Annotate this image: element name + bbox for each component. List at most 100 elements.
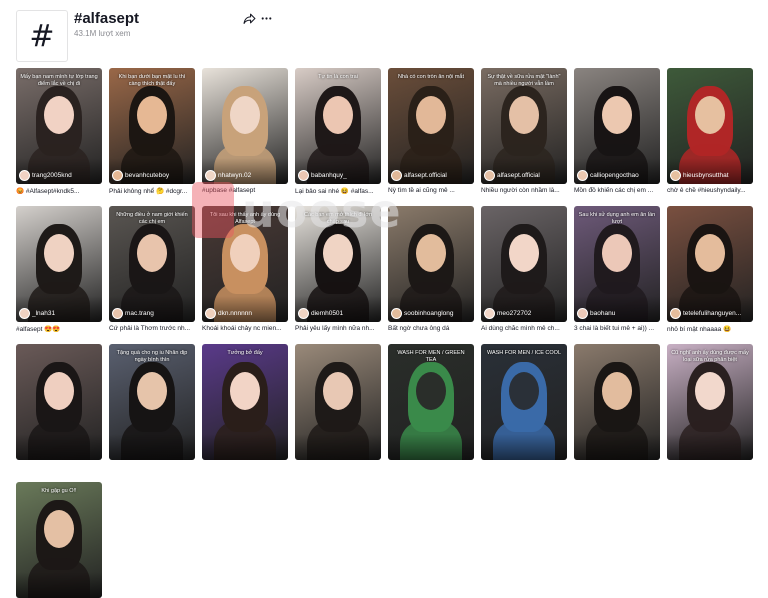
video-caption[interactable]: chờ ê chề #hieushyndaily... xyxy=(667,187,753,194)
avatar[interactable] xyxy=(391,307,402,319)
username[interactable]: alfasept.official xyxy=(497,172,540,179)
video-caption[interactable]: Nhiều người còn nhầm lẫ... xyxy=(481,187,567,194)
video-thumbnail[interactable]: Sau khi sử dụng anh em ăn lần lượt baohan… xyxy=(574,206,660,322)
avatar[interactable] xyxy=(298,169,309,181)
video-thumbnail[interactable]: Tặng quà cho ng iu Nhân dịp ngày bình th… xyxy=(109,344,195,460)
video-author[interactable]: bevanhcuteboy xyxy=(112,169,192,181)
username[interactable]: diemh0501 xyxy=(311,310,343,317)
video-thumbnail[interactable]: Khi gặp gu O!! xyxy=(16,482,102,598)
video-thumbnail[interactable]: Những điều ở nam giới khiến các chị em ma… xyxy=(109,206,195,322)
video-caption[interactable]: Phải không nhể 🤔 #dcgr... xyxy=(109,187,195,195)
person-face xyxy=(323,372,353,410)
video-author[interactable]: dkn.nnnnnn xyxy=(205,307,285,319)
avatar[interactable] xyxy=(391,169,402,181)
video-thumbnail[interactable]: Tôi sau khi thấy anh ấy dùng Alfasept dkn… xyxy=(202,206,288,322)
video-thumbnail[interactable]: WASH FOR MEN / ICE COOL xyxy=(481,344,567,460)
video-author[interactable]: trang2005knd xyxy=(19,169,99,181)
video-caption[interactable]: Mồn đồ khiến các chị em ... xyxy=(574,187,660,194)
avatar[interactable] xyxy=(19,307,30,319)
video-caption[interactable]: #alfasept 😍😍 xyxy=(16,325,102,333)
page-title: #alfasept xyxy=(74,10,140,27)
video-thumbnail[interactable]: Cũ nghĩ anh ấy dùng được mấy loại sữa rử… xyxy=(667,344,753,460)
video-author[interactable]: soobinhoanglong xyxy=(391,307,471,319)
video-thumbnail[interactable]: Mấy bạn nam mình tự lớp trang điểm lắc v… xyxy=(16,68,102,184)
avatar[interactable] xyxy=(484,169,495,181)
video-caption[interactable]: Nỳ tìm tề ai cũng mê ... xyxy=(388,187,474,194)
video-caption[interactable]: Phải yêu lấy mình nữa nh... xyxy=(295,325,381,332)
video-author[interactable]: tetelefulihanguyen... xyxy=(670,307,750,319)
avatar[interactable] xyxy=(577,169,588,181)
video-author[interactable]: _lnah31 xyxy=(19,307,99,319)
video-thumbnail[interactable]: Tự tin là con trai babanhquy_ xyxy=(295,68,381,184)
avatar[interactable] xyxy=(577,307,588,319)
video-thumbnail[interactable]: hieusbynsutthat xyxy=(667,68,753,184)
more-icon[interactable] xyxy=(259,12,273,26)
video-thumbnail[interactable]: Tưởng bở đấy xyxy=(202,344,288,460)
video-author[interactable]: calliopengocthao xyxy=(577,169,657,181)
avatar[interactable] xyxy=(112,307,123,319)
video-caption[interactable]: Bất ngờ chưa ông dá xyxy=(388,325,474,332)
avatar[interactable] xyxy=(670,307,681,319)
share-icon[interactable] xyxy=(242,12,256,26)
username[interactable]: bevanhcuteboy xyxy=(125,172,169,179)
video-thumbnail[interactable]: Khi bạn dưới bạn mặt lu thì càng thích t… xyxy=(109,68,195,184)
username[interactable]: _lnah31 xyxy=(32,310,55,317)
video-overlay-text: Mấy bạn nam mình tự lớp trang điểm lắc v… xyxy=(20,74,98,87)
username[interactable]: meo272702 xyxy=(497,310,531,317)
video-author[interactable]: mac.trang xyxy=(112,307,192,319)
username[interactable]: nhatwyn.02 xyxy=(218,172,251,179)
video-author[interactable]: hieusbynsutthat xyxy=(670,169,750,181)
username[interactable]: hieusbynsutthat xyxy=(683,172,729,179)
avatar[interactable] xyxy=(670,169,681,181)
video-caption[interactable]: Cứ phải là Thơm trước nh... xyxy=(109,325,195,332)
username[interactable]: babanhquy_ xyxy=(311,172,347,179)
person-face xyxy=(44,372,74,410)
video-thumbnail[interactable] xyxy=(295,344,381,460)
username[interactable]: soobinhoanglong xyxy=(404,310,454,317)
video-overlay-text: Nhà có con tròn ăn nội mắt xyxy=(397,74,465,80)
video-author[interactable]: diemh0501 xyxy=(298,307,378,319)
video-thumbnail[interactable]: meo272702 xyxy=(481,206,567,322)
video-overlay-text: Các bạn em mở thích đi lớn chấp sau xyxy=(303,212,373,225)
person-face xyxy=(602,96,632,134)
video-thumbnail[interactable]: nhatwyn.02 xyxy=(202,68,288,184)
video-caption[interactable]: nhỏ bí mật nhaaaa 😆 xyxy=(667,325,753,333)
username[interactable]: alfasept.official xyxy=(404,172,447,179)
video-author[interactable]: babanhquy_ xyxy=(298,169,378,181)
avatar[interactable] xyxy=(205,169,216,181)
username[interactable]: trang2005knd xyxy=(32,172,72,179)
username[interactable]: baohanu xyxy=(590,310,615,317)
username[interactable]: dkn.nnnnnn xyxy=(218,310,252,317)
video-thumbnail[interactable] xyxy=(574,344,660,460)
video-thumbnail[interactable]: _lnah31 xyxy=(16,206,102,322)
video-overlay-text: Sự thật về sữa rửa mặt "lành" mà nhiều n… xyxy=(487,74,561,87)
video-thumbnail[interactable]: calliopengocthao xyxy=(574,68,660,184)
avatar[interactable] xyxy=(19,169,30,181)
avatar[interactable] xyxy=(112,169,123,181)
username[interactable]: calliopengocthao xyxy=(590,172,639,179)
person-face xyxy=(44,510,74,548)
video-caption[interactable]: Khoái khoái chảy nc mien... xyxy=(202,325,288,332)
video-caption[interactable]: #upbase #alfasept xyxy=(202,187,288,194)
video-author[interactable]: alfasept.official xyxy=(391,169,471,181)
video-author[interactable]: nhatwyn.02 xyxy=(205,169,285,181)
username[interactable]: mac.trang xyxy=(125,310,154,317)
video-caption[interactable]: 😡 #Alfasept#kndk5... xyxy=(16,187,102,195)
video-caption[interactable]: Ai dùng chắc mình mê ch... xyxy=(481,325,567,332)
video-caption[interactable]: Lại bảo sai nhé 😆 #alfas... xyxy=(295,187,381,195)
video-thumbnail[interactable]: tetelefulihanguyen... xyxy=(667,206,753,322)
video-author[interactable]: baohanu xyxy=(577,307,657,319)
video-caption[interactable]: 3 chai là biết tui mê + ai)) ... xyxy=(574,325,660,332)
video-thumbnail[interactable]: WASH FOR MEN / GREEN TEA xyxy=(388,344,474,460)
video-thumbnail[interactable]: Nhà có con tròn ăn nội mắt alfasept.offic… xyxy=(388,68,474,184)
video-thumbnail[interactable]: Các bạn em mở thích đi lớn chấp sau diemh… xyxy=(295,206,381,322)
avatar[interactable] xyxy=(298,307,309,319)
video-thumbnail[interactable]: soobinhoanglong xyxy=(388,206,474,322)
avatar[interactable] xyxy=(484,307,495,319)
video-author[interactable]: meo272702 xyxy=(484,307,564,319)
username[interactable]: tetelefulihanguyen... xyxy=(683,310,741,317)
video-author[interactable]: alfasept.official xyxy=(484,169,564,181)
video-thumbnail[interactable] xyxy=(16,344,102,460)
video-thumbnail[interactable]: Sự thật về sữa rửa mặt "lành" mà nhiều n… xyxy=(481,68,567,184)
avatar[interactable] xyxy=(205,307,216,319)
